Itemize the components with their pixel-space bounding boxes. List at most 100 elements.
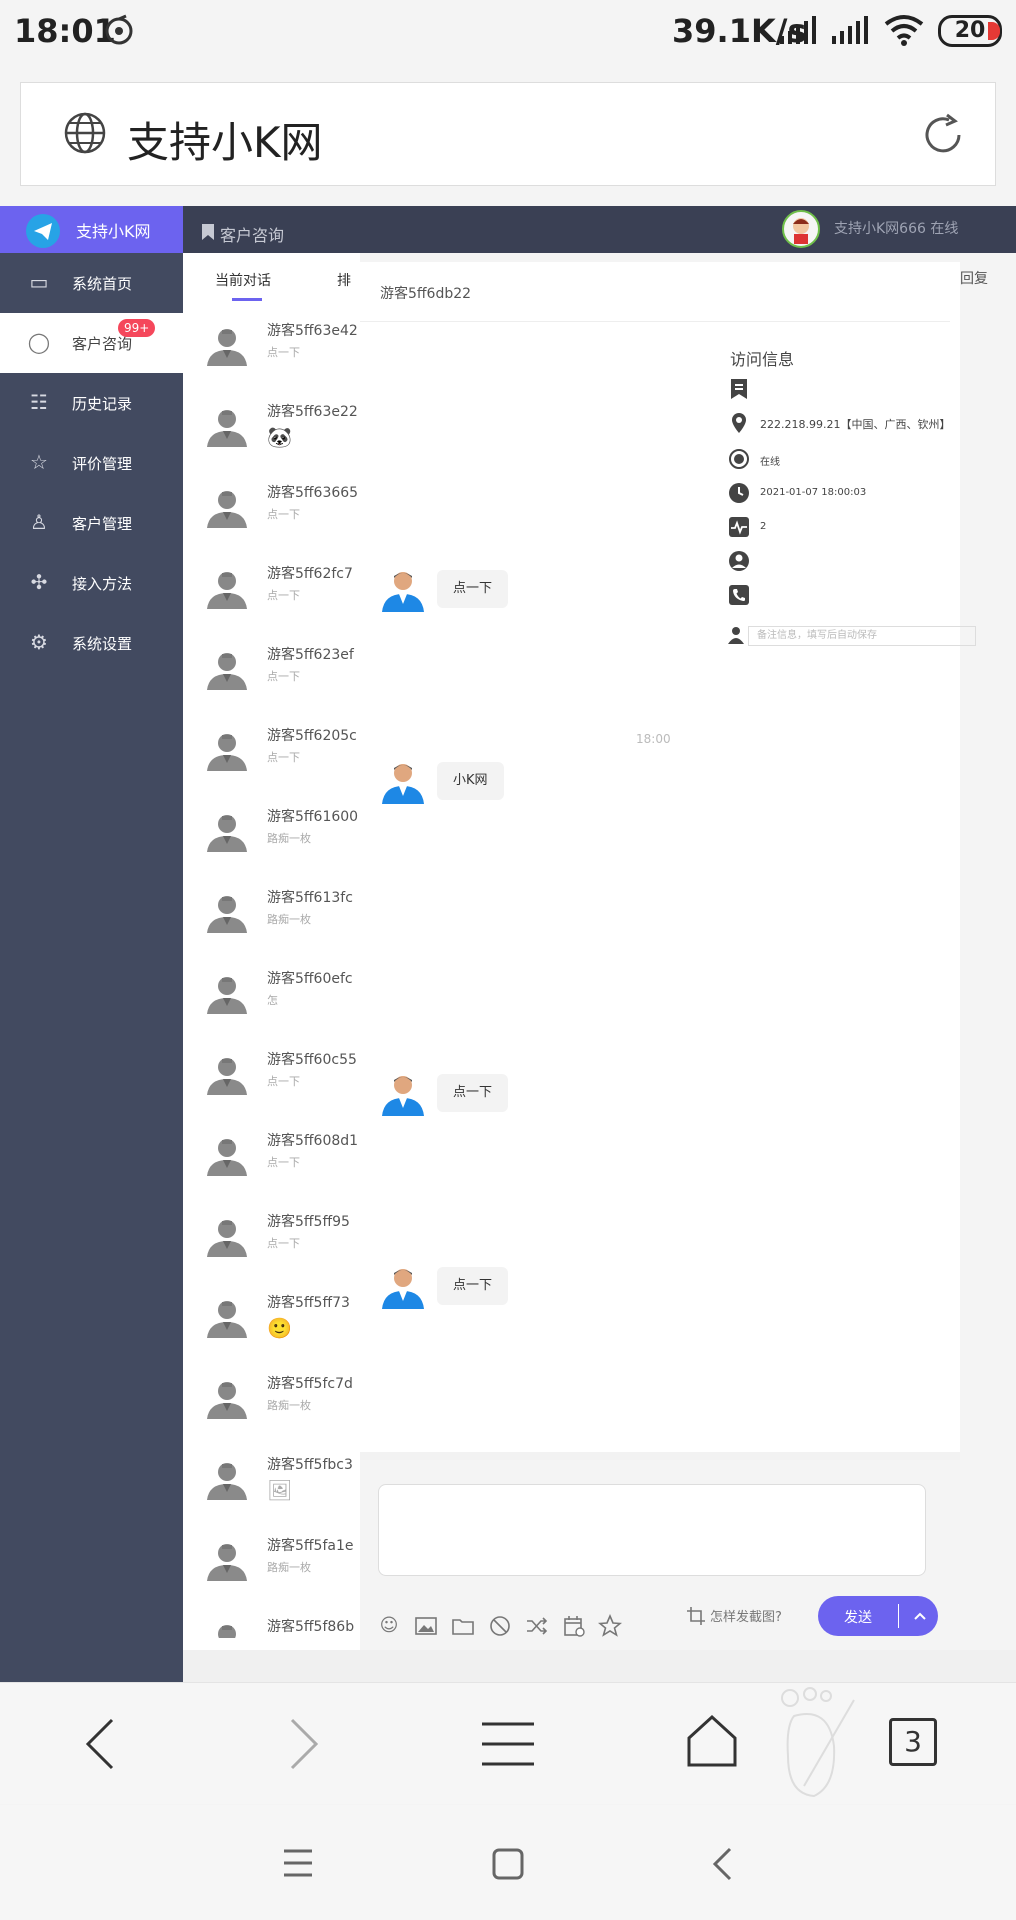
user-status: 支持小K网666 在线	[834, 221, 959, 237]
conversation-item[interactable]: 游客5ff5fbc3 🖼	[183, 1446, 360, 1527]
bookmark-icon	[731, 379, 747, 399]
visitor-name: 游客5ff6205c	[267, 728, 357, 744]
send-button[interactable]: 发送	[818, 1596, 938, 1636]
battery-level: 20	[954, 18, 986, 43]
conversation-item[interactable]: 游客5ff60c55 点一下	[183, 1041, 360, 1122]
last-message-preview: 怎	[267, 994, 278, 1007]
screenshot-help-link[interactable]: 怎样发截图?	[710, 1606, 782, 1625]
last-message-preview: 点一下	[267, 670, 300, 683]
ban-icon[interactable]	[488, 1614, 512, 1638]
conversation-item[interactable]: 游客5ff608d1 点一下	[183, 1122, 360, 1203]
menu-icon[interactable]	[480, 1720, 536, 1768]
avatar	[205, 565, 249, 609]
conversation-item[interactable]: 游客5ff61600 路痴一枚	[183, 798, 360, 879]
last-message-preview: 点一下	[267, 1156, 300, 1169]
last-message-preview: 路痴一枚	[267, 832, 311, 845]
user-avatar[interactable]	[782, 210, 820, 248]
conversation-item[interactable]: 游客5ff5ff95 点一下	[183, 1203, 360, 1284]
smiley-icon[interactable]: ☺	[377, 1614, 401, 1638]
conversation-item[interactable]: 游客5ff5fa1e 路痴一枚	[183, 1527, 360, 1608]
conversation-item[interactable]: 游客5ff5f86b	[183, 1608, 360, 1638]
last-message-preview: 路痴一枚	[267, 1561, 311, 1574]
wifi-icon	[884, 15, 924, 46]
avatar	[205, 1537, 249, 1581]
visitor-name: 游客5ff63e22	[267, 404, 358, 420]
folder-icon[interactable]	[451, 1614, 475, 1638]
visitor-name: 游客5ff623ef	[267, 647, 354, 663]
visitor-name: 游客5ff60efc	[267, 971, 353, 987]
shuffle-icon[interactable]	[525, 1614, 549, 1638]
avatar	[205, 1213, 249, 1257]
last-message-preview: 点一下	[267, 1237, 300, 1250]
back-icon[interactable]	[80, 1716, 120, 1772]
avatar	[380, 758, 426, 804]
last-message-preview: 点一下	[267, 346, 300, 359]
avatar	[205, 484, 249, 528]
visitor-name: 游客5ff62fc7	[267, 566, 353, 582]
avatar	[205, 1051, 249, 1095]
user-icon	[728, 627, 744, 644]
avatar	[205, 808, 249, 852]
avatar	[205, 970, 249, 1014]
avatar	[205, 1132, 249, 1176]
visitor-name: 游客5ff5ff73	[267, 1295, 350, 1311]
crop-icon	[687, 1607, 705, 1625]
user-circle-icon	[729, 551, 749, 571]
visitor-name: 游客5ff5fa1e	[267, 1538, 354, 1554]
message-bubble: 点一下	[437, 1267, 509, 1305]
conversation-item[interactable]: 游客5ff63e42 点一下	[183, 312, 360, 393]
visitor-info-title: 访问信息	[730, 350, 795, 369]
visitor-name: 游客5ff61600	[267, 809, 359, 825]
home-button-icon[interactable]	[492, 1848, 524, 1880]
visit-time: 2021-01-07 18:00:03	[760, 487, 867, 498]
signal-icon	[832, 16, 868, 44]
star-icon[interactable]	[598, 1614, 622, 1638]
conversation-item[interactable]: 游客5ff62fc7 点一下	[183, 555, 360, 636]
last-message-preview: 点一下	[267, 508, 300, 521]
avatar	[380, 1070, 426, 1116]
message-bubble: 点一下	[437, 570, 509, 608]
avatar	[205, 322, 249, 366]
conversation-item[interactable]: 游客5ff5ff73 🙂	[183, 1284, 360, 1365]
system-back-icon[interactable]	[710, 1846, 734, 1882]
chat-title: 游客5ff6db22	[380, 286, 472, 302]
avatar	[205, 889, 249, 933]
forward-icon[interactable]	[284, 1716, 324, 1772]
remark-input[interactable]: 备注信息，填写后自动保存	[748, 626, 976, 646]
calendar-icon[interactable]	[562, 1614, 586, 1638]
last-message-preview: 点一下	[267, 751, 300, 764]
avatar	[205, 727, 249, 771]
tab-count-button[interactable]: 3	[889, 1718, 937, 1766]
conversation-item[interactable]: 游客5ff63665 点一下	[183, 474, 360, 555]
conversation-item[interactable]: 游客5ff60efc 怎	[183, 960, 360, 1041]
send-label: 发送	[844, 1610, 872, 1626]
recents-icon[interactable]	[282, 1848, 314, 1878]
activity-icon	[729, 517, 749, 537]
footer-strip	[183, 1650, 1016, 1682]
conversation-item[interactable]: 游客5ff613fc 路痴一枚	[183, 879, 360, 960]
chat-header: 游客5ff6db22	[360, 262, 950, 322]
home-icon[interactable]	[686, 1714, 738, 1768]
battery-indicator: 20	[938, 15, 1002, 47]
visitor-status: 在线	[760, 457, 780, 468]
footprint-watermark-icon	[781, 1687, 855, 1798]
reply-button[interactable]: 回复	[960, 268, 988, 288]
divider	[360, 1452, 960, 1460]
conversation-item[interactable]: 游客5ff63e22 🐼	[183, 393, 360, 474]
image-icon[interactable]	[414, 1614, 438, 1638]
visitor-name: 游客5ff608d1	[267, 1133, 359, 1149]
conversation-item[interactable]: 游客5ff5fc7d 路痴一枚	[183, 1365, 360, 1446]
last-message-preview: 路痴一枚	[267, 1399, 311, 1412]
conversation-item[interactable]: 游客5ff6205c 点一下	[183, 717, 360, 798]
visitor-name: 游客5ff63665	[267, 485, 359, 501]
last-message-preview: 🖼	[267, 1478, 293, 1502]
tab-count: 3	[904, 1725, 922, 1758]
avatar	[205, 646, 249, 690]
reload-icon[interactable]	[919, 111, 967, 159]
message-input[interactable]	[378, 1484, 926, 1576]
conversation-item[interactable]: 游客5ff623ef 点一下	[183, 636, 360, 717]
signal-icon	[780, 16, 816, 44]
avatar	[205, 403, 249, 447]
chevron-up-icon[interactable]	[912, 1608, 928, 1624]
avatar	[205, 1456, 249, 1500]
